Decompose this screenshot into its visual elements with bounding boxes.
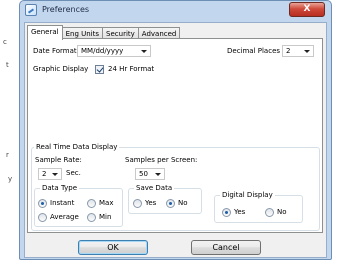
date-format-label: Date Format xyxy=(33,47,77,55)
dialog-client: General Eng Units Security Advanced Date… xyxy=(24,22,327,258)
background-text: t xyxy=(6,61,9,69)
data-type-min-label: Min xyxy=(99,213,112,221)
title-bar[interactable]: Preferences X xyxy=(20,1,331,20)
digital-display-yes-radio[interactable] xyxy=(222,208,231,217)
save-data-yes-radio[interactable] xyxy=(133,199,142,208)
close-button[interactable]: X xyxy=(289,2,325,17)
date-format-select[interactable]: MM/dd/yyyy xyxy=(77,45,151,57)
preferences-window: Preferences X General Eng Units Security… xyxy=(19,0,332,260)
background-text: c xyxy=(3,38,7,46)
tab-general[interactable]: General xyxy=(27,25,63,40)
chevron-down-icon xyxy=(52,173,58,176)
decimal-places-label: Decimal Places xyxy=(227,47,281,55)
data-type-max-radio[interactable] xyxy=(87,199,96,208)
chevron-down-icon xyxy=(141,50,147,53)
sample-rate-value: 2 xyxy=(42,170,47,178)
data-type-instant-label: Instant xyxy=(50,199,75,207)
tab-strip: General Eng Units Security Advanced xyxy=(27,25,181,40)
radio-selected-dot xyxy=(41,202,44,205)
real-time-data-display-group: Real Time Data Display Sample Rate: 2 Se… xyxy=(31,143,320,231)
radio-selected-dot xyxy=(169,202,172,205)
data-type-label: Data Type xyxy=(40,184,80,192)
24hr-format-checkbox[interactable] xyxy=(95,65,104,74)
ok-button[interactable]: OK xyxy=(78,240,148,255)
window-title: Preferences xyxy=(42,5,90,14)
background-text: y xyxy=(8,175,13,183)
digital-display-yes-label: Yes xyxy=(234,208,246,216)
graphic-display-label: Graphic Display xyxy=(33,65,89,73)
24hr-format-label: 24 Hr Format xyxy=(108,65,155,73)
decimal-places-value: 2 xyxy=(286,47,291,55)
samples-per-screen-label: Samples per Screen: xyxy=(125,156,198,164)
save-data-no-radio[interactable] xyxy=(166,199,175,208)
save-data-yes-label: Yes xyxy=(145,199,157,207)
samples-per-screen-select[interactable]: 50 xyxy=(135,168,165,180)
chevron-down-icon xyxy=(304,50,310,53)
general-panel: Date Format MM/dd/yyyy Decimal Places 2 … xyxy=(27,38,323,233)
data-type-max-label: Max xyxy=(99,199,114,207)
data-type-min-radio[interactable] xyxy=(87,213,96,222)
sample-rate-select[interactable]: 2 xyxy=(38,168,62,180)
digital-display-label: Digital Display xyxy=(220,191,275,199)
data-type-average-label: Average xyxy=(50,213,79,221)
data-type-group: Data Type Instant Max Average Min xyxy=(34,184,123,227)
checkmark-icon xyxy=(96,65,104,73)
digital-display-no-radio[interactable] xyxy=(265,208,274,217)
date-format-value: MM/dd/yyyy xyxy=(81,47,124,55)
background-text: r xyxy=(6,151,9,159)
chevron-down-icon xyxy=(155,173,161,176)
sample-rate-unit: Sec. xyxy=(66,169,81,177)
save-data-label: Save Data xyxy=(134,184,175,192)
digital-display-group: Digital Display Yes No xyxy=(214,191,303,223)
samples-per-screen-value: 50 xyxy=(139,170,148,178)
data-type-instant-radio[interactable] xyxy=(38,199,47,208)
decimal-places-select[interactable]: 2 xyxy=(282,45,314,57)
data-type-average-radio[interactable] xyxy=(38,213,47,222)
radio-selected-dot xyxy=(225,211,228,214)
app-icon xyxy=(25,4,37,16)
real-time-data-display-label: Real Time Data Display xyxy=(34,143,120,151)
digital-display-no-label: No xyxy=(277,208,287,216)
cancel-button[interactable]: Cancel xyxy=(191,240,261,255)
save-data-no-label: No xyxy=(178,199,188,207)
sample-rate-label: Sample Rate: xyxy=(35,156,82,164)
save-data-group: Save Data Yes No xyxy=(128,184,202,214)
